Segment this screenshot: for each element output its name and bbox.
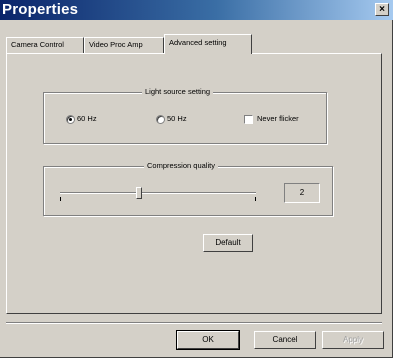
tab-advanced-setting[interactable]: Advanced setting bbox=[164, 34, 252, 54]
slider-tick-max bbox=[255, 197, 256, 201]
tab-video-proc-amp[interactable]: Video Proc Amp bbox=[84, 37, 164, 53]
radio-50hz-label: 50 Hz bbox=[167, 114, 187, 123]
never-flicker-checkbox[interactable] bbox=[244, 115, 253, 124]
window-title: Properties bbox=[2, 1, 79, 18]
compression-slider-thumb[interactable] bbox=[136, 187, 142, 199]
radio-60hz-label: 60 Hz bbox=[77, 114, 97, 123]
never-flicker-label: Never flicker bbox=[257, 114, 299, 123]
slider-tick-min bbox=[60, 197, 61, 201]
compression-slider-track[interactable] bbox=[60, 192, 256, 194]
tab-camera-control[interactable]: Camera Control bbox=[6, 37, 84, 53]
compression-legend: Compression quality bbox=[144, 161, 218, 170]
radio-50hz[interactable] bbox=[156, 115, 165, 124]
radio-60hz[interactable] bbox=[66, 115, 75, 124]
close-icon[interactable]: × bbox=[375, 3, 389, 16]
light-source-legend: Light source setting bbox=[142, 87, 214, 96]
compression-value: 2 bbox=[284, 183, 320, 203]
default-button[interactable]: Default bbox=[203, 234, 253, 252]
apply-button[interactable]: Apply bbox=[322, 331, 384, 349]
title-bar[interactable]: Properties × bbox=[0, 0, 393, 20]
ok-button[interactable]: OK bbox=[176, 330, 240, 350]
cancel-button[interactable]: Cancel bbox=[254, 331, 316, 349]
button-separator bbox=[6, 322, 382, 324]
properties-dialog: Properties × Camera Control Video Proc A… bbox=[0, 0, 393, 358]
advanced-setting-panel: Light source setting 60 Hz 50 Hz Never f… bbox=[6, 53, 382, 314]
compression-group: Compression quality 2 bbox=[43, 161, 333, 216]
light-source-group: Light source setting 60 Hz 50 Hz Never f… bbox=[43, 87, 327, 144]
